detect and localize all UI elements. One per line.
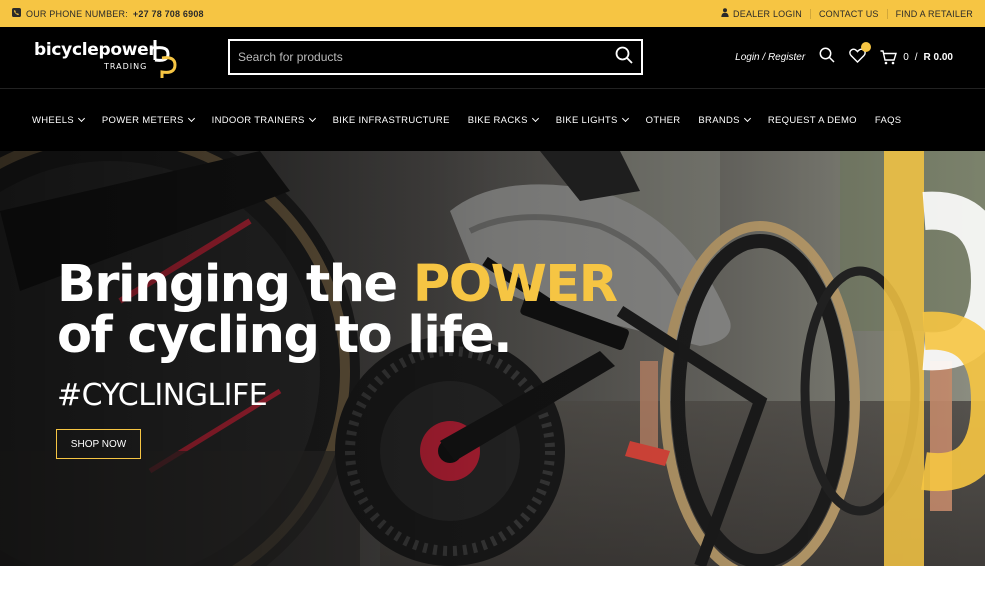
nav-item-power-meters[interactable]: POWER METERS xyxy=(101,114,195,126)
search-input[interactable] xyxy=(238,50,598,64)
find-retailer-link[interactable]: FIND A RETAILER xyxy=(886,8,973,19)
cart-icon xyxy=(880,50,898,65)
nav-item-bike-lights[interactable]: BIKE LIGHTS xyxy=(555,114,629,126)
nav-item-label: POWER METERS xyxy=(101,114,184,126)
hero-headline: Bringing the POWER of cycling to life. xyxy=(57,259,618,361)
nav-item-bike-racks[interactable]: BIKE RACKS xyxy=(467,114,539,126)
nav-item-label: REQUEST A DEMO xyxy=(767,114,857,126)
shop-now-button[interactable]: SHOP NOW xyxy=(56,429,141,459)
login-register-link[interactable]: Login / Register xyxy=(735,52,805,63)
search-box xyxy=(228,39,643,75)
cart-separator: / xyxy=(914,52,918,63)
dealer-login-link[interactable]: DEALER LOGIN xyxy=(713,8,810,19)
nav-item-other[interactable]: OTHER xyxy=(646,115,681,126)
top-bar: OUR PHONE NUMBER: +27 78 708 6908 DEALER… xyxy=(0,0,985,27)
logo-word-bicycle: bicycle xyxy=(34,40,99,60)
logo-wordmark: bicyclepower xyxy=(34,40,157,60)
hero-headline-part-2: of cycling to life. xyxy=(57,306,513,365)
user-icon xyxy=(721,8,729,19)
nav-item-label: BIKE INFRASTRUCTURE xyxy=(332,114,450,126)
hero-banner: Bringing the POWER of cycling to life. #… xyxy=(0,151,985,566)
nav-item-label: BIKE LIGHTS xyxy=(555,114,618,126)
nav-item-faqs[interactable]: FAQS xyxy=(875,115,902,126)
contact-us-link[interactable]: CONTACT US xyxy=(809,8,887,19)
site-logo[interactable]: bicyclepower TRADING xyxy=(34,35,184,79)
phone-number[interactable]: +27 78 708 6908 xyxy=(133,9,204,19)
chevron-down-icon xyxy=(621,114,629,123)
main-navigation: WHEELS POWER METERS INDOOR TRAINERS BIKE… xyxy=(0,88,985,151)
phone-icon xyxy=(12,8,21,19)
logo-word-power: power xyxy=(98,40,157,60)
hero-tagline: #CYCLINGLIFE xyxy=(57,378,268,413)
wishlist-button[interactable] xyxy=(849,41,872,68)
page-below-hero xyxy=(0,566,985,604)
cart-button[interactable]: 0 / R 0.00 xyxy=(880,50,953,65)
nav-item-label: OTHER xyxy=(645,114,681,126)
search-icon[interactable] xyxy=(615,46,633,69)
cart-count: 0 xyxy=(903,52,909,63)
nav-item-label: FAQS xyxy=(874,114,902,126)
nav-item-label: WHEELS xyxy=(32,114,74,126)
nav-item-wheels[interactable]: WHEELS xyxy=(32,114,85,126)
wishlist-badge xyxy=(861,41,872,52)
top-links: DEALER LOGIN CONTACT US FIND A RETAILER xyxy=(713,8,973,19)
nav-item-indoor-trainers[interactable]: INDOOR TRAINERS xyxy=(211,114,316,126)
chevron-down-icon xyxy=(308,114,316,123)
cart-total: R 0.00 xyxy=(923,52,953,63)
logo-subtitle: TRADING xyxy=(104,62,148,71)
chevron-down-icon xyxy=(743,114,751,123)
nav-item-label: BIKE RACKS xyxy=(467,114,528,126)
dealer-login-label: DEALER LOGIN xyxy=(733,8,802,19)
logo-bp-mark-icon xyxy=(153,40,177,78)
search-icon[interactable] xyxy=(819,47,835,68)
nav-item-brands[interactable]: BRANDS xyxy=(698,114,751,126)
chevron-down-icon xyxy=(531,114,539,123)
chevron-down-icon xyxy=(77,114,85,123)
phone-info: OUR PHONE NUMBER: +27 78 708 6908 xyxy=(12,8,204,19)
nav-item-request-demo[interactable]: REQUEST A DEMO xyxy=(768,115,857,126)
header-actions: Login / Register 0 / R 0.00 xyxy=(735,27,953,88)
nav-item-label: INDOOR TRAINERS xyxy=(211,114,305,126)
site-header: bicyclepower TRADING Login / Register 0 … xyxy=(0,27,985,88)
chevron-down-icon xyxy=(187,114,195,123)
nav-item-label: BRANDS xyxy=(698,114,740,126)
phone-label: OUR PHONE NUMBER: xyxy=(26,8,128,19)
nav-item-bike-infrastructure[interactable]: BIKE INFRASTRUCTURE xyxy=(333,115,450,126)
